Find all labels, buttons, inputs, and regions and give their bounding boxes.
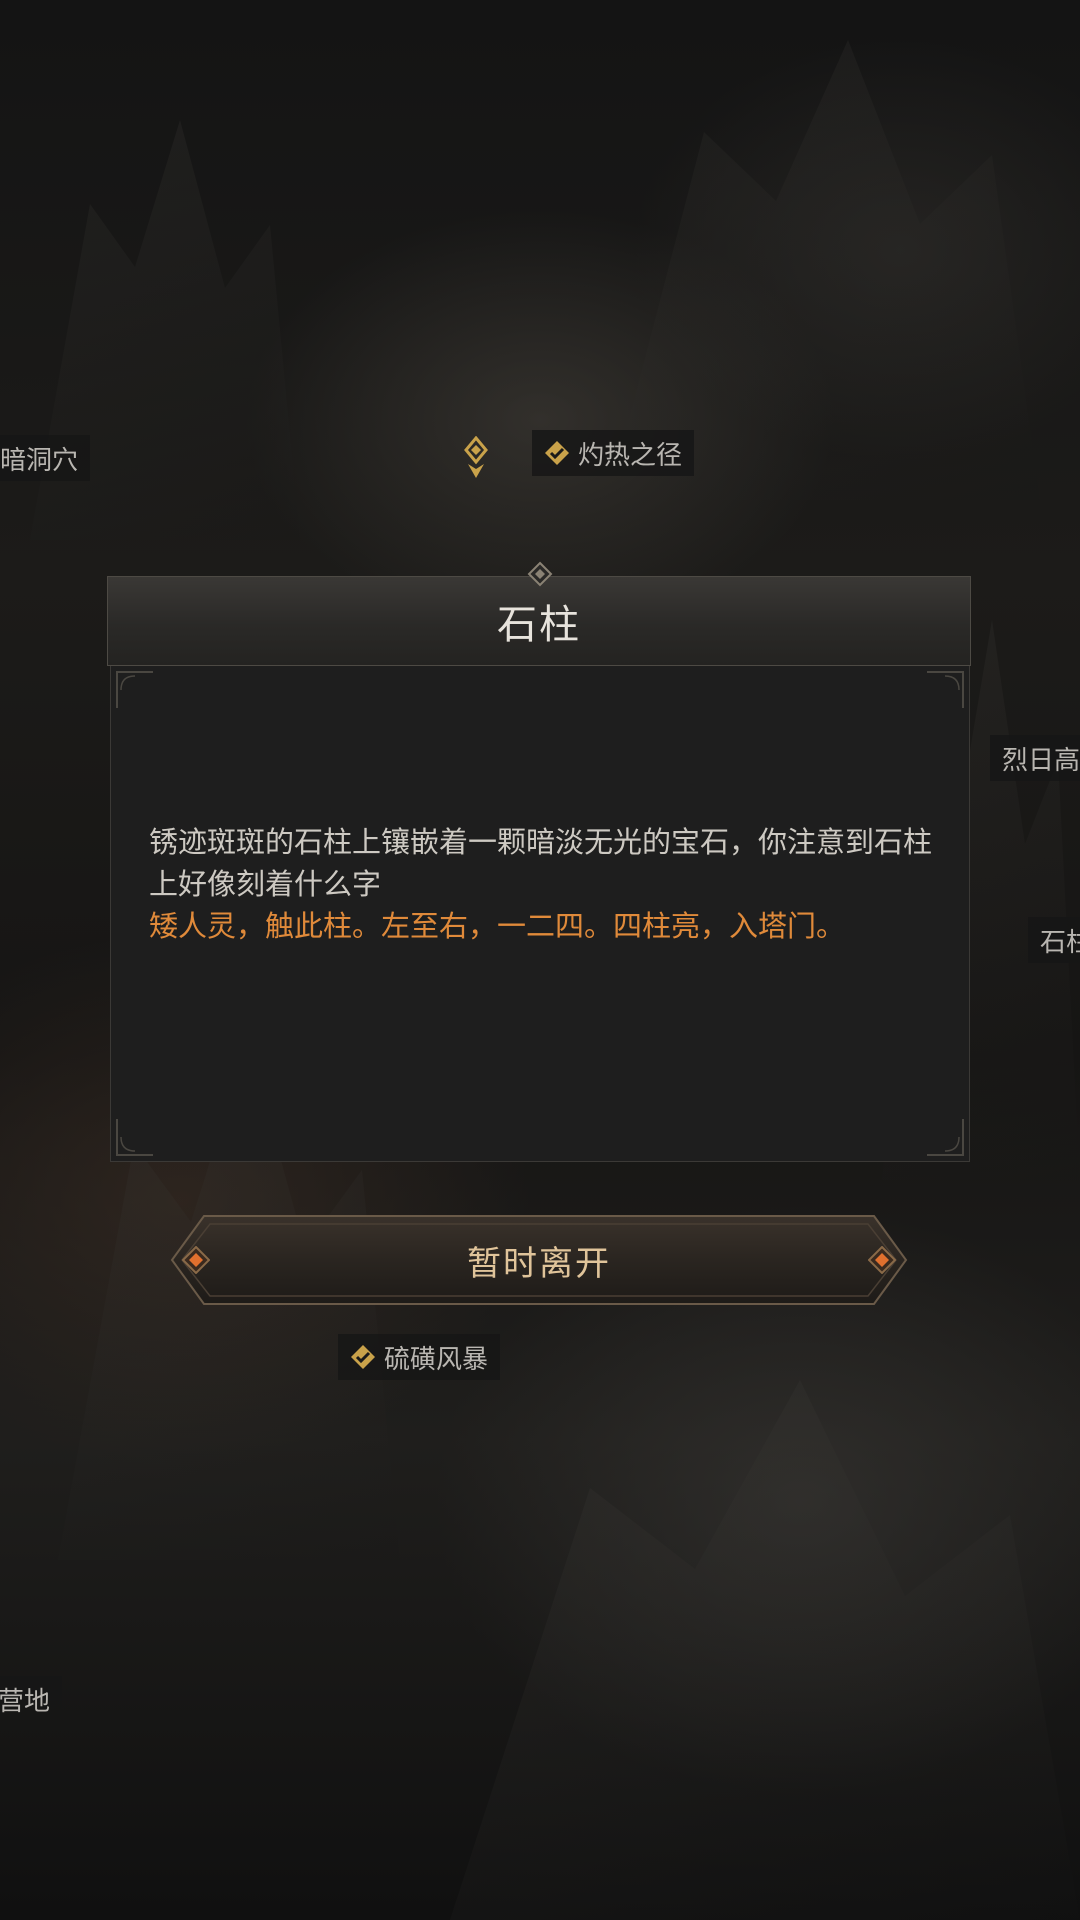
- corner-ornament-icon: [927, 671, 964, 708]
- check-icon: [350, 1344, 376, 1370]
- check-icon: [544, 440, 570, 466]
- diamond-ornament-icon: [527, 561, 553, 587]
- dialog-title: 石柱: [497, 602, 581, 648]
- dialog-hint-inscription: 矮人灵，触此柱。左至右，一二四。四柱亮，入塔门。: [149, 909, 846, 943]
- corner-ornament-icon: [116, 1119, 153, 1156]
- corner-ornament-icon: [116, 671, 153, 708]
- map-node-label: 烈日高: [1002, 745, 1080, 776]
- leave-temporarily-button[interactable]: 暂时离开: [168, 1212, 910, 1308]
- map-node-stone-pillar[interactable]: 石柱: [1028, 917, 1080, 963]
- dialog-header: 石柱: [107, 576, 971, 666]
- map-node-scorching-path[interactable]: 灼热之径: [532, 430, 695, 476]
- map-node-dark-cave[interactable]: 暗洞穴: [0, 435, 91, 481]
- map-node-label: 硫磺风暴: [384, 1344, 489, 1375]
- map-node-label: 石柱: [1040, 927, 1080, 958]
- map-node-blazing-sun[interactable]: 烈日高: [990, 735, 1080, 781]
- map-node-label: 营地: [0, 1686, 51, 1717]
- cave-map-background: 暗洞穴 灼热之径 烈日高 石柱 硫磺风暴 营地 石柱 锈迹斑斑的石柱上镶嵌着一颗…: [0, 0, 1080, 1920]
- leave-button-label: 暂时离开: [467, 1243, 611, 1284]
- dialog-text: 锈迹斑斑的石柱上镶嵌着一颗暗淡无光的宝石，你注意到石柱上好像刻着什么字 矮人灵，…: [149, 821, 939, 947]
- map-node-sulfur-storm[interactable]: 硫磺风暴: [338, 1334, 501, 1380]
- dialog-body: 锈迹斑斑的石柱上镶嵌着一颗暗淡无光的宝石，你注意到石柱上好像刻着什么字 矮人灵，…: [110, 666, 970, 1162]
- waypoint-marker-icon[interactable]: [462, 435, 490, 480]
- map-node-label: 暗洞穴: [0, 445, 79, 476]
- rock-decoration: [450, 1380, 1080, 1920]
- map-node-label: 灼热之径: [578, 440, 683, 471]
- corner-ornament-icon: [927, 1119, 964, 1156]
- map-node-camp[interactable]: 营地: [0, 1676, 63, 1722]
- dialog-description: 锈迹斑斑的石柱上镶嵌着一颗暗淡无光的宝石，你注意到石柱上好像刻着什么字: [149, 825, 933, 901]
